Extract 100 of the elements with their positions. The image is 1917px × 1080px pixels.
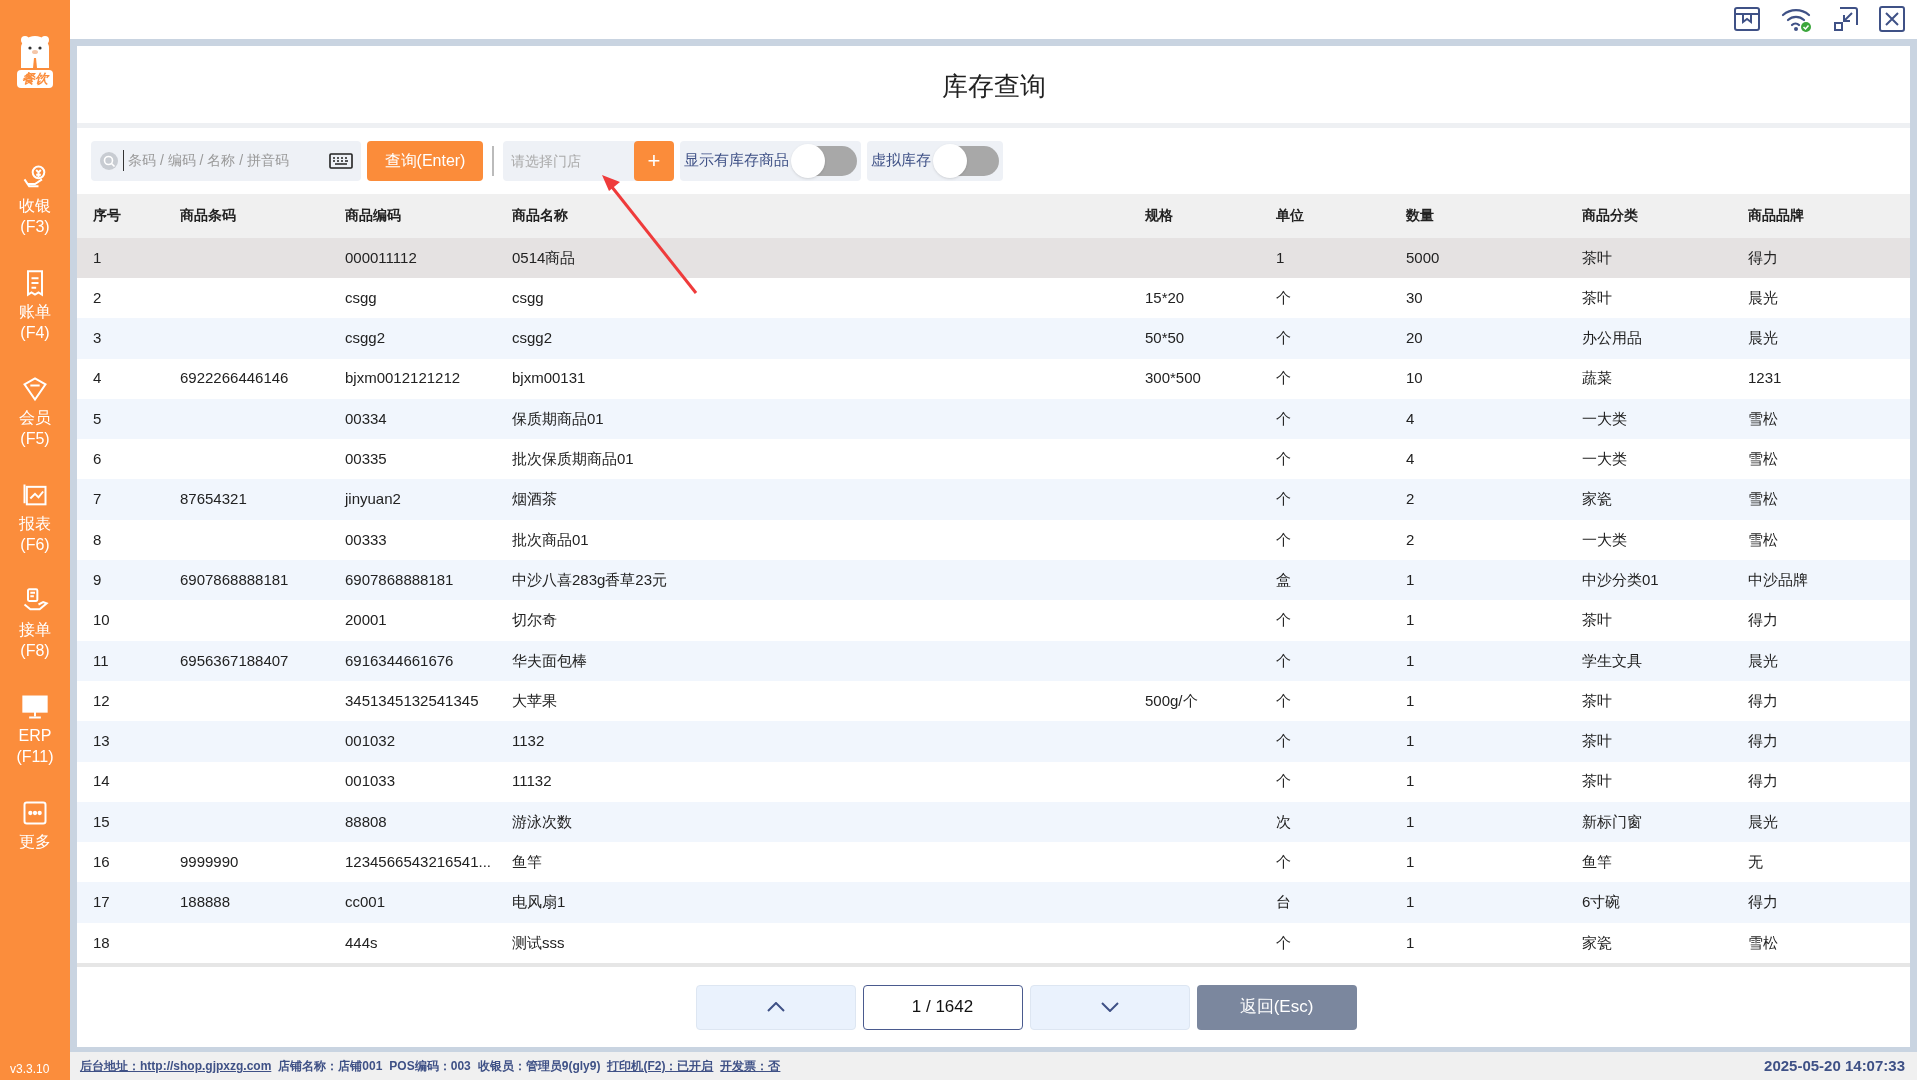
table-cell-text: 10	[93, 610, 111, 631]
table-cell-text: 0514商品	[512, 247, 577, 268]
search-field[interactable]: 条码 / 编码 / 名称 / 拼音码	[123, 150, 325, 172]
table-cell-text: 切尔奇	[512, 610, 558, 631]
table-cell-text: 晨光	[1748, 287, 1779, 308]
close-icon[interactable]	[1879, 6, 1905, 33]
table-row[interactable]: 1 000011112 0514商品 1 5000 茶叶 得力	[77, 237, 1910, 278]
table-cell-text: 新标门窗	[1582, 811, 1643, 832]
table-row[interactable]: 3 csgg2 csgg2 50*50 个 20 办公用品 晨光	[77, 318, 1910, 359]
table-row[interactable]: 5 00334 保质期商品01 个 4 一大类 雪松	[77, 398, 1910, 440]
table-cell-text: 得力	[1748, 731, 1779, 752]
table-cell-text: 2	[1406, 529, 1416, 550]
table-cell-text: 雪松	[1748, 932, 1779, 953]
table-cell-text: 得力	[1748, 247, 1779, 268]
status-link[interactable]: 开发票：否	[720, 1057, 781, 1075]
table-cell-text: 000011112	[345, 247, 418, 268]
table-cell-text: 一大类	[1582, 408, 1628, 429]
status-link[interactable]: 后台地址：http://shop.gjpxzg.com	[80, 1057, 272, 1075]
table-cell-text: 87654321	[180, 489, 248, 510]
table-cell-text: 444s	[345, 932, 379, 953]
table-cell-text: 20001	[345, 610, 388, 631]
search-icon	[99, 150, 119, 171]
table-row[interactable]: 15 88808 游泳次数 次 1 新标门窗 晨光	[77, 801, 1910, 843]
table-cell-text: 4	[93, 368, 103, 389]
status-text: 店铺名称：店铺001	[278, 1058, 383, 1075]
table-cell-text: 个	[1276, 771, 1292, 792]
table-cell-text: 3451345132541345	[345, 690, 480, 711]
wifi-icon[interactable]	[1781, 6, 1813, 33]
column-header: 商品分类	[1582, 206, 1639, 226]
table-cell-text: 茶叶	[1582, 731, 1613, 752]
table-cell-text: 4	[1406, 408, 1416, 429]
box-icon[interactable]	[1733, 6, 1761, 33]
table-cell-text: 001033	[345, 771, 397, 792]
search-bar[interactable]: 条码 / 编码 / 名称 / 拼音码	[91, 140, 361, 181]
table-cell-text: 1	[1406, 690, 1416, 711]
table-cell-text: 6907868888181	[345, 569, 455, 590]
column-header: 规格	[1145, 206, 1174, 226]
table-cell-text: 得力	[1748, 610, 1779, 631]
table-cell-text: 茶叶	[1582, 247, 1613, 268]
table-cell-text: 15	[93, 811, 111, 832]
table-cell-text: 1	[1406, 892, 1416, 913]
table-cell-text: 个	[1276, 489, 1292, 510]
table-cell-text: 30	[1406, 287, 1424, 308]
table-cell-text: 电风扇1	[512, 892, 567, 913]
table-row[interactable]: 9 6907868888181 6907868888181 中沙八喜283g香草23元 盒 1 中沙分类01 中沙品牌	[77, 560, 1910, 601]
table-row[interactable]: 13 001032 1132 个 1 茶叶 得力	[77, 721, 1910, 762]
table-cell-text: 得力	[1748, 892, 1779, 913]
table-cell-text: 批次商品01	[512, 529, 590, 550]
table-cell-text: 中沙品牌	[1748, 569, 1809, 590]
table-cell-text: 1	[1406, 771, 1416, 792]
column-header: 商品编码	[345, 206, 402, 226]
table-cell-text: 2	[93, 287, 103, 308]
table-cell-text: 188888	[180, 892, 232, 913]
table-cell-text: 无	[1748, 852, 1764, 872]
table-cell-text: 茶叶	[1582, 287, 1613, 308]
table-cell-text: 50*50	[1145, 328, 1186, 349]
table-cell-text: 个	[1276, 610, 1292, 631]
keyboard-icon[interactable]	[329, 152, 353, 169]
back-button[interactable]: 返回(Esc)	[1196, 984, 1357, 1030]
monitor-icon	[20, 693, 50, 721]
toggle-switch[interactable]: 显示有库存商品	[680, 140, 861, 181]
table-cell-text: 15*20	[1145, 287, 1186, 308]
datetime: 2025-05-20 14:07:33	[1764, 1055, 1905, 1076]
column-header: 商品品牌	[1748, 206, 1805, 226]
table-row[interactable]: 17 188888 cc001 电风扇1 台 1 6寸碗 得力	[77, 882, 1910, 923]
table-cell-text: 鱼竿	[1582, 852, 1613, 872]
table-cell-text: 00335	[345, 449, 388, 470]
table-cell-text: 1132	[512, 731, 546, 752]
table-cell-text: 晨光	[1748, 811, 1779, 832]
column-header: 数量	[1406, 206, 1435, 226]
table-cell-text: 1	[93, 247, 103, 268]
table-cell-text: bjxm0012121212	[345, 368, 462, 389]
diamond-icon	[20, 375, 50, 403]
minimize-icon[interactable]	[1833, 6, 1859, 33]
table-cell-text: 9999990	[180, 852, 240, 872]
table-cell-text: 6907868888181	[180, 569, 290, 590]
table-cell-text: 烟酒茶	[512, 489, 558, 510]
table-cell-text: 1	[1406, 569, 1416, 590]
store-field[interactable]: 请选择门店	[503, 140, 638, 181]
table-cell-text: 1	[1406, 610, 1416, 631]
table-cell-text: 个	[1276, 328, 1292, 349]
table-cell-text: 个	[1276, 932, 1292, 953]
table-cell-text: 中沙八喜283g香草23元	[512, 569, 669, 590]
table-cell-text: 盒	[1276, 569, 1292, 590]
table-row[interactable]: 7 87654321 jinyuan2 烟酒茶 个 2 家瓷 雪松	[77, 479, 1910, 520]
table-cell-text: csgg2	[345, 328, 387, 349]
table-cell-text: 12	[93, 690, 111, 711]
table-row[interactable]: 11 6956367188407 6916344661676 华夫面包棒 个 1 学生文具 晨光	[77, 640, 1910, 681]
table-cell-text: 中沙分类01	[1582, 569, 1660, 590]
status-link[interactable]: 打印机(F2)：已开启	[607, 1057, 714, 1075]
table-cell-text: 16	[93, 852, 111, 872]
table-cell-text: 蔬菜	[1582, 368, 1613, 389]
toggle-switch[interactable]: 虚拟库存	[867, 140, 1003, 181]
table-cell-text: 1	[1406, 932, 1416, 953]
table-cell-text: 雪松	[1748, 408, 1779, 429]
table-cell-text: csgg	[512, 287, 545, 308]
table-cell-text: 6	[93, 449, 103, 470]
table-cell-text: 3	[93, 328, 103, 349]
table-cell-text: 批次保质期商品01	[512, 449, 635, 470]
table-cell-text: 一大类	[1582, 529, 1628, 550]
